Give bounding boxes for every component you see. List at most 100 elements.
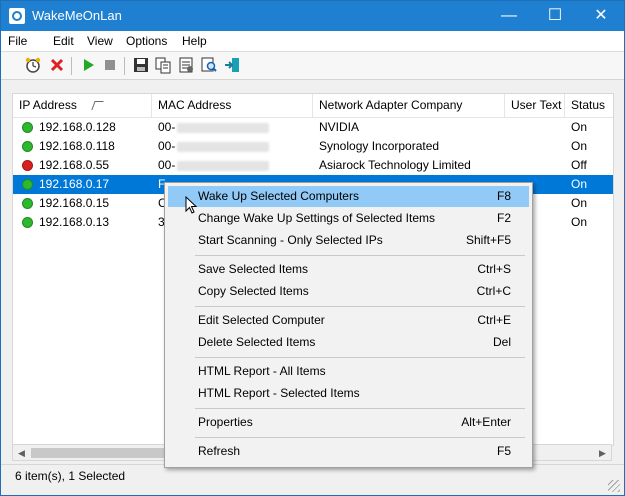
- context-menu: Wake Up Selected Computers F8 Change Wake…: [164, 182, 533, 468]
- status-on-icon: [22, 198, 33, 209]
- menu-refresh[interactable]: Refresh F5: [168, 441, 529, 462]
- menu-item-label: Delete Selected Items: [198, 335, 316, 349]
- column-user-text[interactable]: User Text: [505, 94, 565, 117]
- cell-mac: 00-: [158, 158, 270, 172]
- cell-status: On: [571, 120, 588, 134]
- scroll-right-icon[interactable]: ▶: [595, 446, 610, 460]
- cell-ip: 192.168.0.17: [39, 177, 110, 191]
- cell-company: Synology Incorporated: [319, 139, 440, 153]
- resize-grip-icon[interactable]: [608, 480, 620, 492]
- sort-ascending-icon: [91, 101, 104, 110]
- cell-ip: 192.168.0.13: [39, 215, 110, 229]
- menu-properties[interactable]: Properties Alt+Enter: [168, 412, 529, 433]
- cell-status: Off: [571, 158, 587, 172]
- menu-item-shortcut: F2: [496, 211, 511, 225]
- menu-copy-selected[interactable]: Copy Selected Items Ctrl+C: [168, 281, 529, 302]
- menu-item-shortcut: Ctrl+E: [477, 313, 511, 327]
- menu-item-label: Refresh: [198, 444, 241, 458]
- save-icon[interactable]: [132, 56, 150, 74]
- maximize-button[interactable]: ☐: [532, 1, 578, 31]
- menu-separator: [195, 408, 525, 409]
- menu-item-label: HTML Report - All Items: [198, 364, 326, 378]
- menu-item-label: Properties: [198, 415, 253, 429]
- cell-company: NVIDIA: [319, 120, 360, 134]
- menu-item-shortcut: Ctrl+C: [476, 284, 511, 298]
- menu-help[interactable]: Help: [182, 34, 207, 48]
- cell-status: On: [571, 177, 588, 191]
- minimize-button[interactable]: —: [486, 1, 532, 31]
- app-icon: [9, 8, 25, 24]
- menu-start-scanning-selected[interactable]: Start Scanning - Only Selected IPs Shift+…: [168, 230, 529, 251]
- status-on-icon: [22, 122, 33, 133]
- menu-item-label: Copy Selected Items: [198, 284, 309, 298]
- scroll-thumb[interactable]: [31, 448, 181, 458]
- mouse-cursor-icon: [185, 196, 198, 214]
- cell-status: On: [571, 196, 588, 210]
- stop-icon[interactable]: [101, 56, 119, 74]
- cell-mac: 00-: [158, 139, 270, 153]
- menu-item-label: Save Selected Items: [198, 262, 309, 276]
- delete-icon[interactable]: [48, 56, 66, 74]
- column-network-adapter-company[interactable]: Network Adapter Company: [313, 94, 505, 117]
- menu-html-report-all[interactable]: HTML Report - All Items: [168, 361, 529, 382]
- mac-redacted: [177, 141, 270, 152]
- toolbar: [1, 52, 624, 80]
- column-label: IP Address: [19, 98, 77, 112]
- menu-delete-selected[interactable]: Delete Selected Items Del: [168, 332, 529, 353]
- exit-icon[interactable]: [223, 56, 241, 74]
- table-row[interactable]: 192.168.0.128 00- NVIDIA On: [13, 118, 613, 137]
- menu-item-label: Change Wake Up Settings of Selected Item…: [198, 211, 436, 225]
- window-title: WakeMeOnLan: [32, 8, 122, 23]
- menu-separator: [195, 306, 525, 307]
- status-on-icon: [22, 141, 33, 152]
- menu-separator: [195, 357, 525, 358]
- column-ip-address[interactable]: IP Address: [13, 94, 152, 117]
- menu-bar: File Edit View Options Help: [1, 31, 624, 52]
- status-text: 6 item(s), 1 Selected: [15, 469, 126, 483]
- menu-separator: [195, 437, 525, 438]
- copy-icon[interactable]: [154, 56, 172, 74]
- cell-company: Asiarock Technology Limited: [319, 158, 471, 172]
- menu-wake-up-selected[interactable]: Wake Up Selected Computers F8: [168, 186, 529, 207]
- status-on-icon: [22, 217, 33, 228]
- menu-item-shortcut: F8: [496, 189, 511, 203]
- menu-view[interactable]: View: [87, 34, 113, 48]
- table-row[interactable]: 192.168.0.55 00- Asiarock Technology Lim…: [13, 156, 613, 175]
- cell-ip: 192.168.0.15: [39, 196, 110, 210]
- menu-item-shortcut: Del: [492, 335, 511, 349]
- title-bar[interactable]: WakeMeOnLan — ☐ ✕: [1, 1, 624, 31]
- toolbar-separator: [71, 57, 72, 75]
- menu-edit-selected-computer[interactable]: Edit Selected Computer Ctrl+E: [168, 310, 529, 331]
- mac-redacted: [177, 122, 270, 133]
- cell-status: On: [571, 215, 588, 229]
- cell-ip: 192.168.0.55: [39, 158, 110, 172]
- toolbar-separator: [124, 57, 125, 75]
- menu-save-selected[interactable]: Save Selected Items Ctrl+S: [168, 259, 529, 280]
- cell-mac: 00-: [158, 120, 270, 134]
- scroll-left-icon[interactable]: ◀: [14, 446, 29, 460]
- wake-up-icon[interactable]: [24, 56, 42, 74]
- mac-prefix: 00-: [158, 139, 176, 153]
- menu-item-label: Wake Up Selected Computers: [198, 189, 359, 203]
- properties-icon[interactable]: [177, 56, 195, 74]
- cell-ip: 192.168.0.128: [39, 120, 116, 134]
- column-status[interactable]: Status: [565, 94, 613, 117]
- menu-item-shortcut: Shift+F5: [465, 233, 511, 247]
- table-row[interactable]: 192.168.0.118 00- Synology Incorporated …: [13, 137, 613, 156]
- find-icon[interactable]: [200, 56, 218, 74]
- menu-item-label: HTML Report - Selected Items: [198, 386, 360, 400]
- menu-item-shortcut: Alt+Enter: [461, 415, 511, 429]
- menu-edit[interactable]: Edit: [53, 34, 74, 48]
- column-mac-address[interactable]: MAC Address: [152, 94, 313, 117]
- close-button[interactable]: ✕: [578, 1, 624, 31]
- cell-status: On: [571, 139, 588, 153]
- mac-redacted: [177, 160, 270, 171]
- menu-html-report-selected[interactable]: HTML Report - Selected Items: [168, 383, 529, 404]
- menu-options[interactable]: Options: [126, 34, 167, 48]
- list-header: IP Address MAC Address Network Adapter C…: [13, 94, 613, 118]
- menu-item-shortcut: F5: [496, 444, 511, 458]
- start-scanning-icon[interactable]: [79, 56, 97, 74]
- menu-file[interactable]: File: [8, 34, 27, 48]
- status-off-icon: [22, 160, 33, 171]
- menu-change-wake-up-settings[interactable]: Change Wake Up Settings of Selected Item…: [168, 208, 529, 229]
